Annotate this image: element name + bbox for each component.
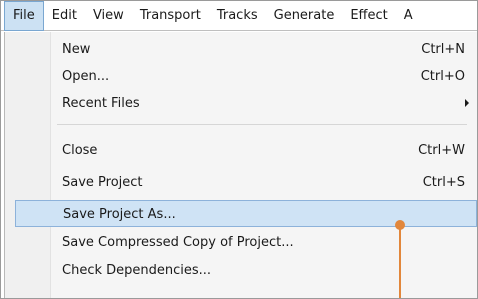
menu-generate[interactable]: Generate	[266, 1, 343, 31]
menu-item-label: Check Dependencies...	[62, 263, 212, 278]
menu-bar: File Edit View Transport Tracks Generate…	[1, 1, 477, 31]
menu-separator	[57, 124, 467, 125]
menu-item-shortcut: Ctrl+N	[421, 42, 465, 57]
menu-item-label: Open...	[62, 69, 110, 84]
menu-item-save-compressed-copy[interactable]: Save Compressed Copy of Project...	[15, 229, 477, 256]
menu-item-label: New	[62, 42, 91, 57]
menu-item-check-dependencies[interactable]: Check Dependencies...	[15, 257, 477, 284]
menu-item-label: Save Project As...	[63, 207, 176, 222]
menu-tracks[interactable]: Tracks	[209, 1, 266, 31]
menu-effect[interactable]: Effect	[342, 1, 395, 31]
file-menu-dropdown: New Ctrl+N Open... Ctrl+O Recent Files C…	[4, 32, 477, 298]
menu-file[interactable]: File	[4, 1, 44, 31]
menu-transport[interactable]: Transport	[132, 1, 209, 31]
menu-item-save-project[interactable]: Save Project Ctrl+S	[15, 169, 477, 196]
menu-item-shortcut: Ctrl+O	[420, 69, 465, 84]
menu-view[interactable]: View	[85, 1, 132, 31]
menu-item-shortcut: Ctrl+W	[418, 143, 465, 158]
callout-dot-icon	[395, 220, 405, 230]
menu-item-close[interactable]: Close Ctrl+W	[15, 137, 477, 164]
menu-item-open[interactable]: Open... Ctrl+O	[15, 63, 477, 90]
menu-item-new[interactable]: New Ctrl+N	[15, 36, 477, 63]
menu-analyze-partial[interactable]: A	[396, 1, 421, 31]
menu-edit[interactable]: Edit	[44, 1, 85, 31]
menu-item-shortcut: Ctrl+S	[422, 175, 465, 190]
menu-item-label: Save Compressed Copy of Project...	[62, 235, 294, 250]
menu-item-save-project-as[interactable]: Save Project As...	[15, 200, 477, 227]
callout-line	[399, 224, 401, 298]
menu-item-recent-files[interactable]: Recent Files	[15, 90, 477, 117]
menu-item-label: Save Project	[62, 175, 143, 190]
menu-item-label: Recent Files	[62, 96, 140, 111]
submenu-arrow-icon	[465, 99, 469, 107]
app-window: File Edit View Transport Tracks Generate…	[0, 0, 478, 299]
menu-item-label: Close	[62, 143, 98, 158]
